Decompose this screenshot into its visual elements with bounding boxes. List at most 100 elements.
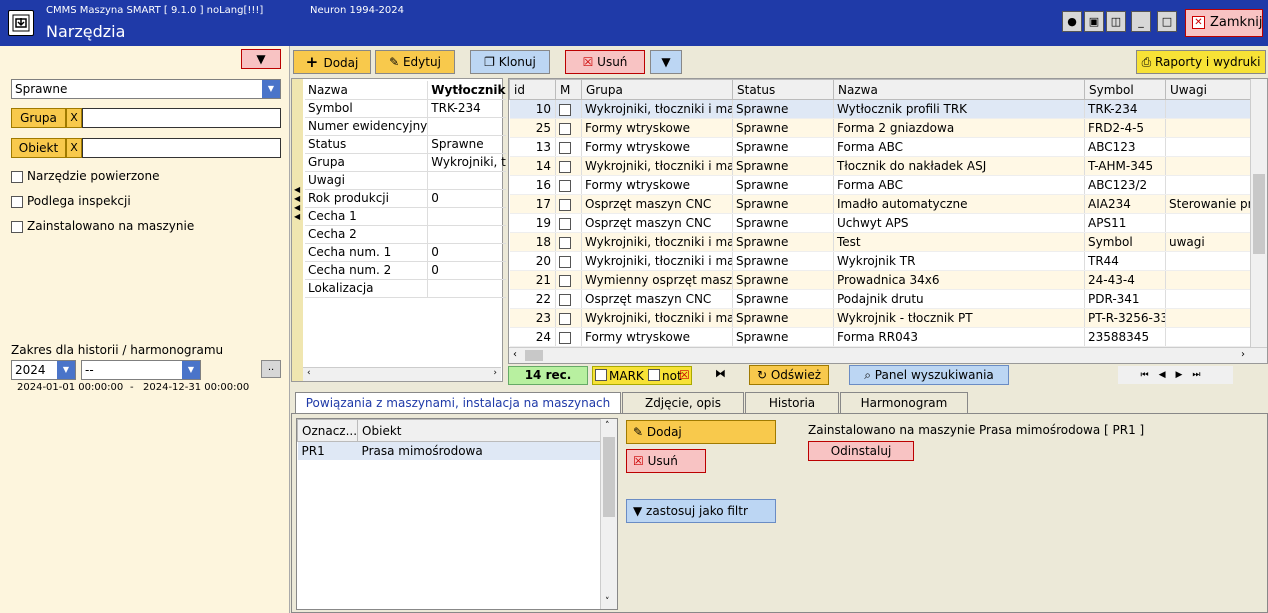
row-mark-checkbox[interactable] [559, 236, 571, 249]
detail-value[interactable]: 0 [427, 261, 506, 280]
screen-icon[interactable]: ◫ [1106, 11, 1126, 32]
scroll-left-icon[interactable]: ‹ [307, 368, 311, 378]
grid-vscrollbar[interactable] [1250, 79, 1267, 347]
delete-button[interactable]: ☒ Usuń [565, 50, 645, 74]
table-row[interactable]: 17 Osprzęt maszyn CNC Sprawne Imadło automa… [509, 194, 1267, 214]
table-row[interactable]: 13 Formy wtryskowe Sprawne Forma ABC ABC123 [509, 137, 1267, 157]
row-mark-checkbox[interactable] [559, 331, 571, 344]
detail-value[interactable]: Wytłocznik [427, 81, 506, 100]
search-panel-button[interactable]: ⌕ Panel wyszukiwania [849, 365, 1009, 385]
checkbox-zainstalowano[interactable] [11, 221, 23, 233]
row-mark-checkbox[interactable] [559, 122, 571, 135]
table-row[interactable]: 22 Osprzęt maszyn CNC Sprawne Podajnik drut… [509, 289, 1267, 309]
row-mark-checkbox[interactable] [559, 103, 571, 116]
scroll-left-icon[interactable]: ‹ [513, 349, 517, 360]
tab-harmonogram[interactable]: Harmonogram [840, 392, 968, 414]
clone-button[interactable]: ❐ Klonuj [470, 50, 550, 74]
collapse-arrows-icon[interactable]: ◀ ◀ ◀ ◀ [294, 185, 300, 221]
record-navigator[interactable]: ⏮◀▶⏭ [1118, 366, 1233, 384]
collapse-strip[interactable] [292, 79, 303, 381]
table-row[interactable]: 19 Osprzęt maszyn CNC Sprawne Uchwyt APS APS… [509, 213, 1267, 233]
scroll-down-icon[interactable]: ˅ [605, 597, 610, 607]
col-oznaczenie[interactable]: Oznacz... [297, 419, 359, 442]
tab-historia[interactable]: Historia [745, 392, 839, 414]
table-row[interactable]: 14 Wykrojniki, tłoczniki i matr...Sprawne… [509, 156, 1267, 176]
grid-column-header[interactable]: id [509, 79, 556, 100]
checkbox-narzedzie-powierzone[interactable] [11, 171, 23, 183]
row-mark-checkbox[interactable] [559, 198, 571, 211]
chat-icon[interactable]: ● [1062, 11, 1082, 32]
table-row[interactable]: 10 Wykrojniki, tłoczniki i matr...Sprawne… [509, 99, 1267, 119]
edit-button[interactable]: ✎ Edytuj [375, 50, 455, 74]
detail-value[interactable]: Wykrojniki, t [427, 153, 506, 172]
table-row[interactable]: 16 Formy wtryskowe Sprawne Forma ABC ABC123/… [509, 175, 1267, 195]
last-record-icon[interactable]: ⏭ [1192, 370, 1210, 380]
detail-value[interactable] [427, 207, 506, 226]
scroll-right-icon[interactable]: › [493, 368, 497, 378]
filter-icon[interactable]: ▼ [241, 49, 281, 69]
scroll-up-icon[interactable]: ˄ [605, 421, 610, 431]
row-mark-checkbox[interactable] [559, 312, 571, 325]
obiekt-field[interactable] [82, 138, 281, 158]
close-button[interactable]: ✕ Zamknij [1185, 9, 1263, 37]
table-row[interactable]: 25 Formy wtryskowe Sprawne Forma 2 gniazdow… [509, 118, 1267, 138]
table-row[interactable]: 21 Wymienny osprzęt maszyn Sprawne Prowadni… [509, 270, 1267, 290]
table-row[interactable]: 20 Wykrojniki, tłoczniki i matr...Sprawne… [509, 251, 1267, 271]
add-button[interactable]: + Dodaj [293, 50, 371, 74]
refresh-button[interactable]: ↻ Odśwież [749, 365, 829, 385]
row-mark-checkbox[interactable] [559, 274, 571, 287]
detail-value[interactable] [427, 225, 506, 244]
row-mark-checkbox[interactable] [559, 179, 571, 192]
mark-checkbox[interactable] [595, 369, 607, 381]
checkbox-podlega-inspekcji[interactable] [11, 196, 23, 208]
detail-value[interactable] [427, 279, 506, 298]
grid-column-header[interactable]: Nazwa [833, 79, 1085, 100]
grid-column-header[interactable]: Grupa [581, 79, 733, 100]
grid-hscrollbar[interactable]: ‹ › [509, 347, 1267, 363]
year-combo[interactable]: 2024 ▼ [11, 360, 76, 380]
detail-value[interactable]: TRK-234 [427, 99, 506, 118]
tab-zdjecie[interactable]: Zdjęcie, opis [622, 392, 744, 414]
table-row[interactable]: 24 Formy wtryskowe Sprawne Forma RR043 23588… [509, 327, 1267, 347]
grid-column-header[interactable]: Symbol [1084, 79, 1166, 100]
more-dropdown-icon[interactable]: ▼ [650, 50, 682, 74]
detail-value[interactable]: 0 [427, 243, 506, 262]
link-add-button[interactable]: ✎ Dodaj [626, 420, 776, 444]
tab-powiazania[interactable]: Powiązania z maszynami, instalacja na ma… [295, 392, 621, 414]
minimize-icon[interactable]: _ [1131, 11, 1151, 32]
status-combo[interactable]: Sprawne ▼ [11, 79, 281, 99]
grid-hscroll-thumb[interactable] [525, 350, 543, 361]
grupa-button[interactable]: Grupa [11, 108, 66, 128]
split-icon[interactable]: ⧓ [715, 367, 726, 380]
detail-value[interactable]: 0 [427, 189, 506, 208]
grid-vscroll-thumb[interactable] [1253, 174, 1265, 254]
mark-filter[interactable]: MARK not ☒ [592, 366, 692, 385]
camera-icon[interactable]: ▣ [1084, 11, 1104, 32]
row-mark-checkbox[interactable] [559, 217, 571, 230]
grid-column-header[interactable]: M [555, 79, 582, 100]
next-record-icon[interactable]: ▶ [1176, 370, 1193, 380]
not-checkbox[interactable] [648, 369, 660, 381]
obiekt-clear-button[interactable]: X [66, 138, 82, 158]
table-row[interactable]: 18 Wykrojniki, tłoczniki i matr...Sprawne… [509, 232, 1267, 252]
grupa-field[interactable] [82, 108, 281, 128]
detail-value[interactable] [427, 171, 506, 190]
detail-hscrollbar[interactable]: ‹ › [303, 367, 501, 381]
period-combo[interactable]: -- ▼ [81, 360, 201, 380]
links-vscrollbar[interactable]: ˄ ˅ [600, 419, 617, 609]
clear-mark-icon[interactable]: ☒ [679, 368, 690, 382]
table-row[interactable]: 23 Wykrojniki, tłoczniki i matr...Sprawne… [509, 308, 1267, 328]
detail-value[interactable] [427, 117, 506, 136]
reports-button[interactable]: ⎙ Raporty i wydruki [1136, 50, 1266, 74]
row-mark-checkbox[interactable] [559, 255, 571, 268]
obiekt-button[interactable]: Obiekt [11, 138, 66, 158]
detail-value[interactable]: Sprawne [427, 135, 506, 154]
grupa-clear-button[interactable]: X [66, 108, 82, 128]
links-vscroll-thumb[interactable] [603, 437, 615, 517]
col-obiekt[interactable]: Obiekt [357, 419, 601, 442]
link-delete-button[interactable]: ☒ Usuń [626, 449, 706, 473]
row-mark-checkbox[interactable] [559, 293, 571, 306]
date-range-button[interactable]: .. [261, 360, 281, 378]
row-mark-checkbox[interactable] [559, 141, 571, 154]
scroll-right-icon[interactable]: › [1241, 349, 1245, 360]
